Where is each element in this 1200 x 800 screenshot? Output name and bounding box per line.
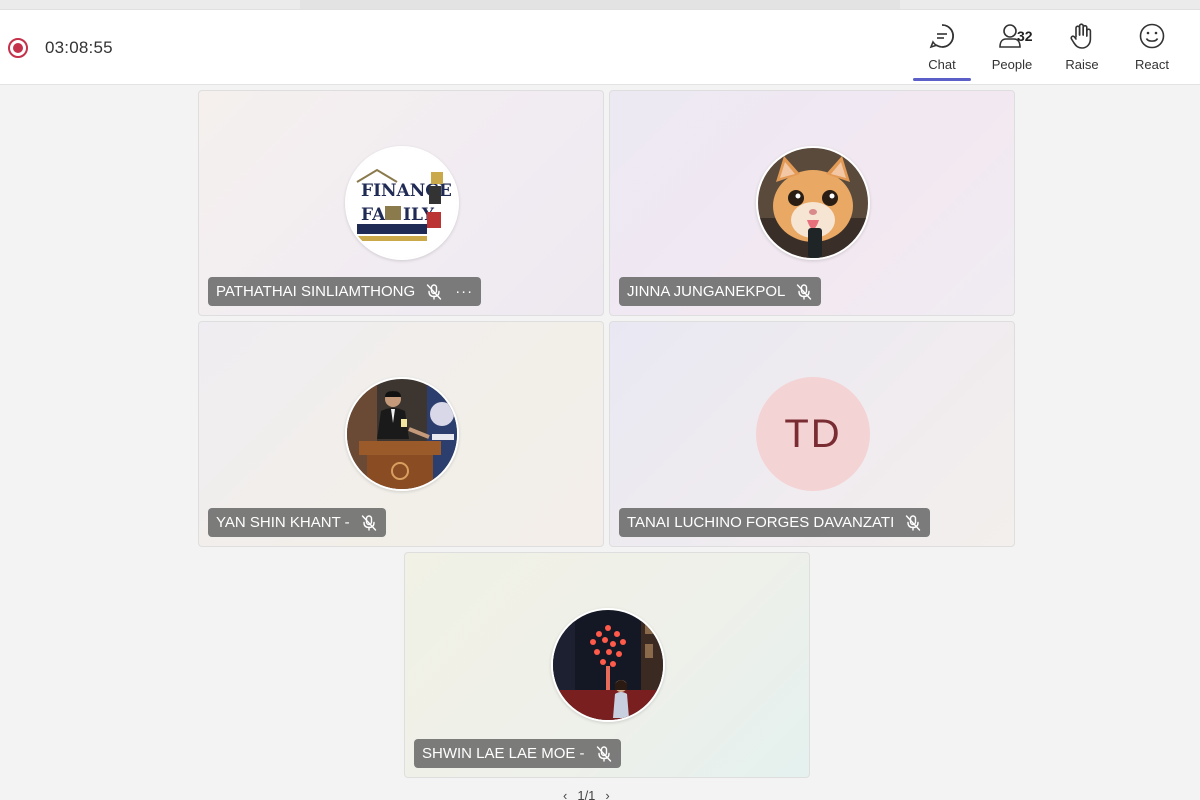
top-strip-segment xyxy=(300,0,900,9)
avatar-initials: TD xyxy=(784,411,842,456)
pager-next-icon[interactable]: › xyxy=(605,788,609,800)
gallery-pager: ‹ 1/1 › xyxy=(563,788,653,800)
participant-nameplate: PATHATHAI SINLIAMTHONG ··· xyxy=(208,277,482,306)
participant-avatar xyxy=(345,377,459,491)
svg-text:FA: FA xyxy=(361,205,386,225)
participant-initials-avatar: TD xyxy=(756,377,870,491)
participant-name: TANAI LUCHINO FORGES DAVANZATI xyxy=(627,514,895,531)
participant-avatar xyxy=(756,146,870,260)
meeting-toolbar: 03:08:55 Chat 32 People Raise React xyxy=(0,10,1200,85)
react-button[interactable]: React xyxy=(1122,20,1182,80)
people-label: People xyxy=(991,57,1033,72)
pager-label: 1/1 xyxy=(577,787,596,800)
smiley-icon xyxy=(1136,20,1168,52)
participant-name: YAN SHIN KHANT - xyxy=(216,514,350,531)
chat-active-indicator xyxy=(913,78,971,81)
participant-tile[interactable]: SHWIN LAE LAE MOE - xyxy=(404,552,810,778)
mic-off-icon xyxy=(904,514,922,532)
participant-tile[interactable]: TD TANAI LUCHINO FORGES DAVANZATI xyxy=(609,321,1015,547)
participant-tile[interactable]: JINNA JUNGANEKPOL xyxy=(609,90,1015,316)
participant-nameplate: YAN SHIN KHANT - xyxy=(208,508,386,537)
participant-avatar: FINANCE FA ILY xyxy=(345,146,459,260)
chat-icon xyxy=(926,20,958,52)
window-top-strip xyxy=(0,0,1200,10)
participant-nameplate: SHWIN LAE LAE MOE - xyxy=(414,739,621,768)
record-icon xyxy=(8,38,28,58)
participant-nameplate: JINNA JUNGANEKPOL xyxy=(619,277,822,306)
participant-name: JINNA JUNGANEKPOL xyxy=(627,283,786,300)
raise-hand-button[interactable]: Raise xyxy=(1052,20,1112,80)
participant-tile[interactable]: FINANCE FA ILY PATHATHAI SINLIAMTHONG ··… xyxy=(198,90,604,316)
people-button[interactable]: 32 People xyxy=(982,20,1042,80)
people-count: 32 xyxy=(1017,28,1033,44)
react-label: React xyxy=(1135,57,1169,72)
chat-label: Chat xyxy=(928,57,956,72)
mic-off-icon xyxy=(425,283,443,301)
participant-tile[interactable]: YAN SHIN KHANT - xyxy=(198,321,604,547)
meeting-timer: 03:08:55 xyxy=(45,38,113,57)
chat-button[interactable]: Chat xyxy=(912,20,972,80)
pager-prev-icon[interactable]: ‹ xyxy=(563,788,567,800)
mic-off-icon xyxy=(360,514,378,532)
participant-name: PATHATHAI SINLIAMTHONG xyxy=(216,283,416,300)
participant-avatar xyxy=(551,608,665,722)
more-options-icon[interactable]: ··· xyxy=(455,284,473,299)
raise-label: Raise xyxy=(1065,57,1099,72)
mic-off-icon xyxy=(795,283,813,301)
participant-nameplate: TANAI LUCHINO FORGES DAVANZATI xyxy=(619,508,931,537)
mic-off-icon xyxy=(595,745,613,763)
hand-icon xyxy=(1066,20,1098,52)
participant-name: SHWIN LAE LAE MOE - xyxy=(422,745,585,762)
